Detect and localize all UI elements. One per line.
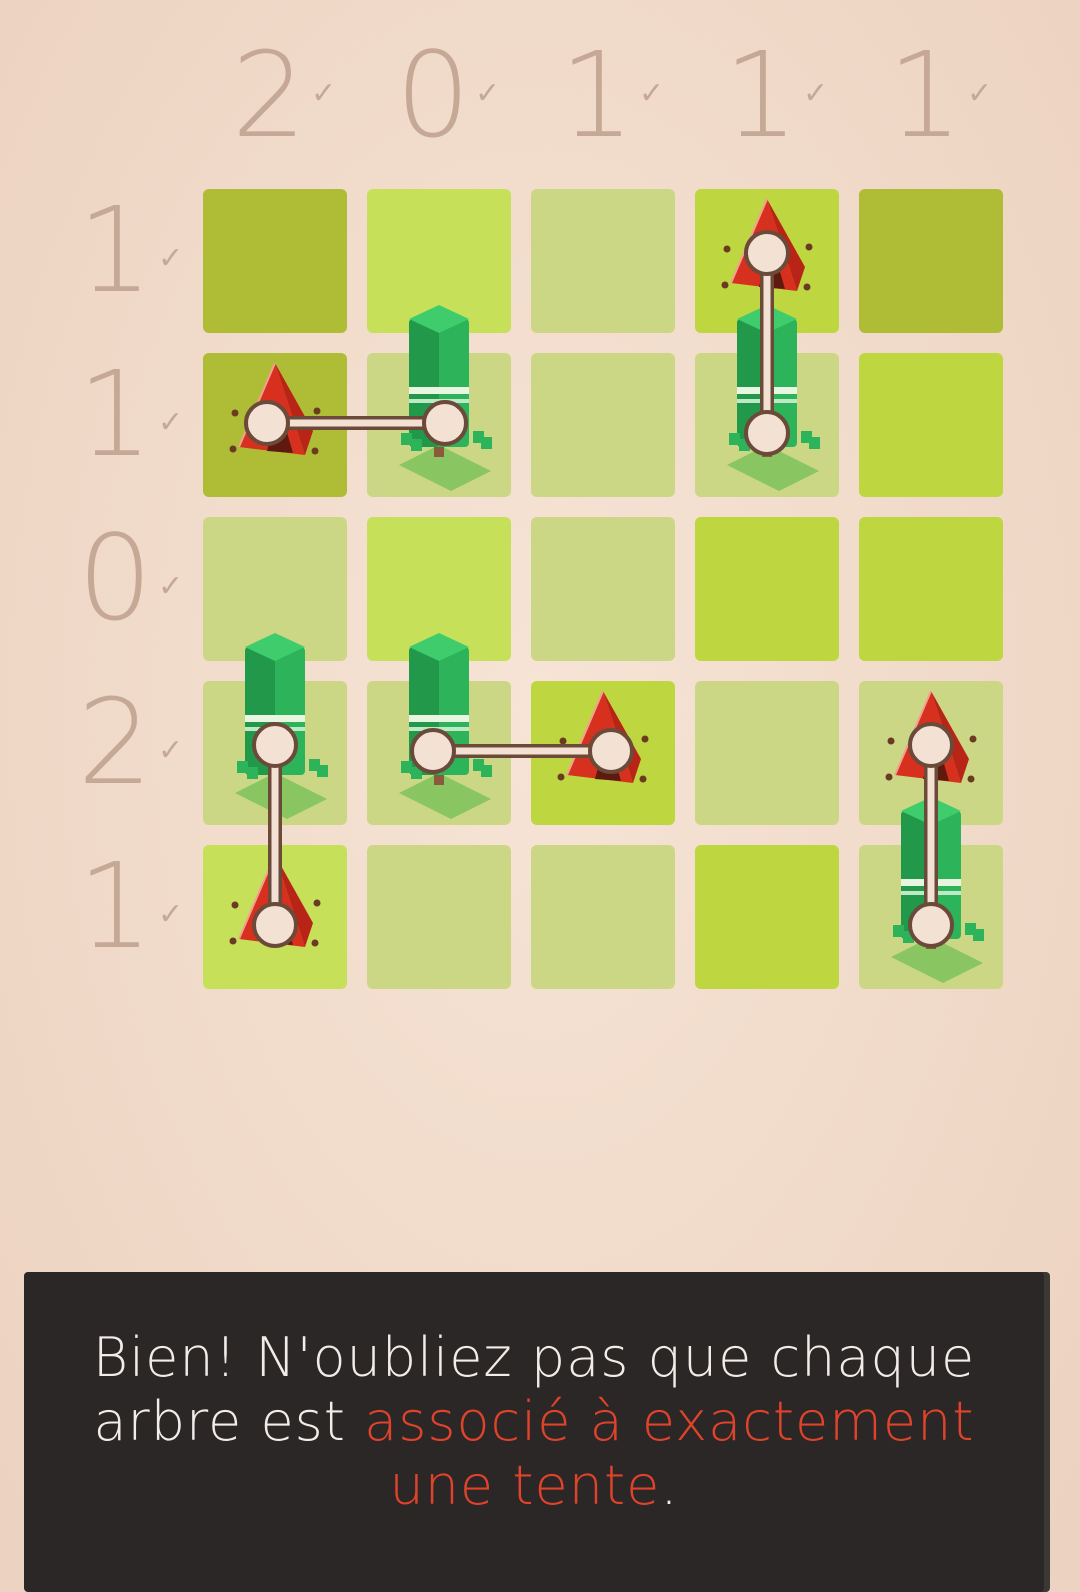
link-node[interactable] [244,400,290,446]
link-node[interactable] [422,400,468,446]
tree-tent-link[interactable] [252,722,298,948]
pieces-layer [229,198,984,983]
tree-icon [399,305,492,491]
tree-tent-link[interactable] [244,400,468,446]
link-node[interactable] [410,728,456,774]
tree-tent-link[interactable] [410,728,634,774]
tip-text-end: . [660,1454,679,1517]
link-node[interactable] [908,902,954,948]
puzzle-board: 2 ✓ 0 ✓ 1 ✓ 1 ✓ 1 ✓ 1 ✓ 1 ✓ 0 ✓ 2 ✓ 1 ✓ [0,0,1080,1100]
link-node[interactable] [744,410,790,456]
link-node[interactable] [588,728,634,774]
tip-panel: Bien! N'oubliez pas que chaque arbre est… [24,1272,1044,1592]
link-node[interactable] [252,722,298,768]
link-node[interactable] [908,722,954,768]
tree-icon [399,633,492,819]
link-node[interactable] [252,902,298,948]
tip-text: Bien! N'oubliez pas que chaque arbre est… [64,1326,1004,1518]
link-node[interactable] [744,230,790,276]
